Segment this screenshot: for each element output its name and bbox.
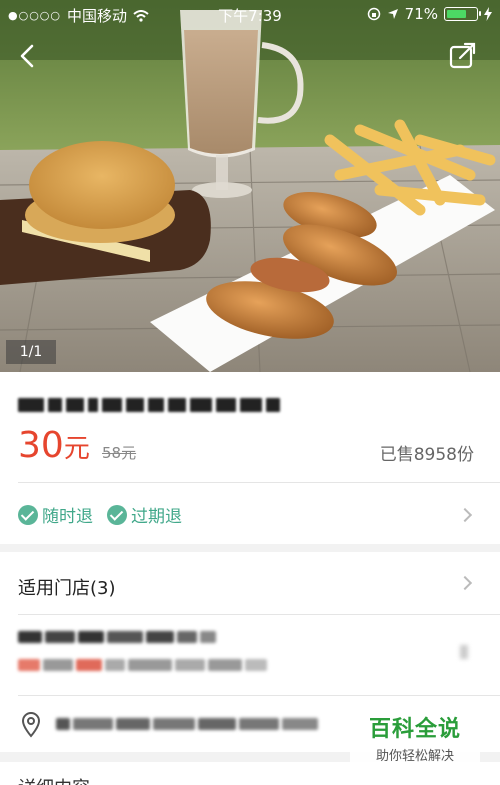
tag-refund-anytime: 随时退 <box>18 502 93 527</box>
price-unit: 元 <box>63 434 90 464</box>
food-photo <box>0 0 500 372</box>
chevron-right-icon <box>457 507 473 523</box>
watermark-title: 百科全说 <box>368 717 461 742</box>
original-price: 58元 <box>102 444 137 462</box>
check-circle-icon <box>18 504 38 525</box>
stores-header-row[interactable]: 适用门店(3) <box>0 552 500 614</box>
price-value: 30 <box>18 425 64 466</box>
tag-label: 随时退 <box>42 507 93 527</box>
location-text-redacted <box>56 718 318 730</box>
share-button[interactable] <box>446 40 478 72</box>
page-indicator: 1/1 <box>6 340 56 364</box>
deal-price: 30元 <box>18 426 90 469</box>
chevron-left-icon <box>20 44 34 68</box>
product-image[interactable]: ●○○○○ 中国移动 下午7:39 71% 1/1 <box>0 0 500 372</box>
status-bar: ●○○○○ 中国移动 下午7:39 71% <box>0 0 500 28</box>
battery-fill <box>446 9 467 18</box>
tag-refund-expired: 过期退 <box>107 502 182 527</box>
stores-title: 适用门店(3) <box>18 578 116 599</box>
store-name-redacted <box>18 631 216 643</box>
tag-label: 过期退 <box>131 507 182 527</box>
charging-icon <box>484 7 492 21</box>
battery-icon <box>444 7 481 21</box>
location-pin-icon <box>20 712 42 738</box>
sold-count: 已售8958份 <box>379 445 474 465</box>
location-icon <box>387 8 399 20</box>
orientation-lock-icon <box>367 7 381 21</box>
check-circle-icon <box>107 504 127 525</box>
back-button[interactable] <box>12 40 44 72</box>
phone-icon <box>460 645 468 659</box>
store-item[interactable] <box>0 615 500 695</box>
watermark-subtitle: 助你轻松解决 <box>375 749 454 764</box>
chevron-right-icon <box>457 575 473 591</box>
battery-percent: 71% <box>404 5 438 23</box>
refund-tags[interactable]: 随时退 过期退 <box>18 502 182 527</box>
deal-info-card: 30元 58元 已售8958份 随时退 过期退 <box>0 372 500 544</box>
deal-title-redacted <box>18 392 280 418</box>
share-icon <box>449 42 476 69</box>
divider <box>18 482 500 483</box>
watermark: 百科全说 助你轻松解决 <box>350 705 480 765</box>
store-address-redacted <box>18 659 267 671</box>
detail-section-title: 详细内容 <box>18 774 90 785</box>
